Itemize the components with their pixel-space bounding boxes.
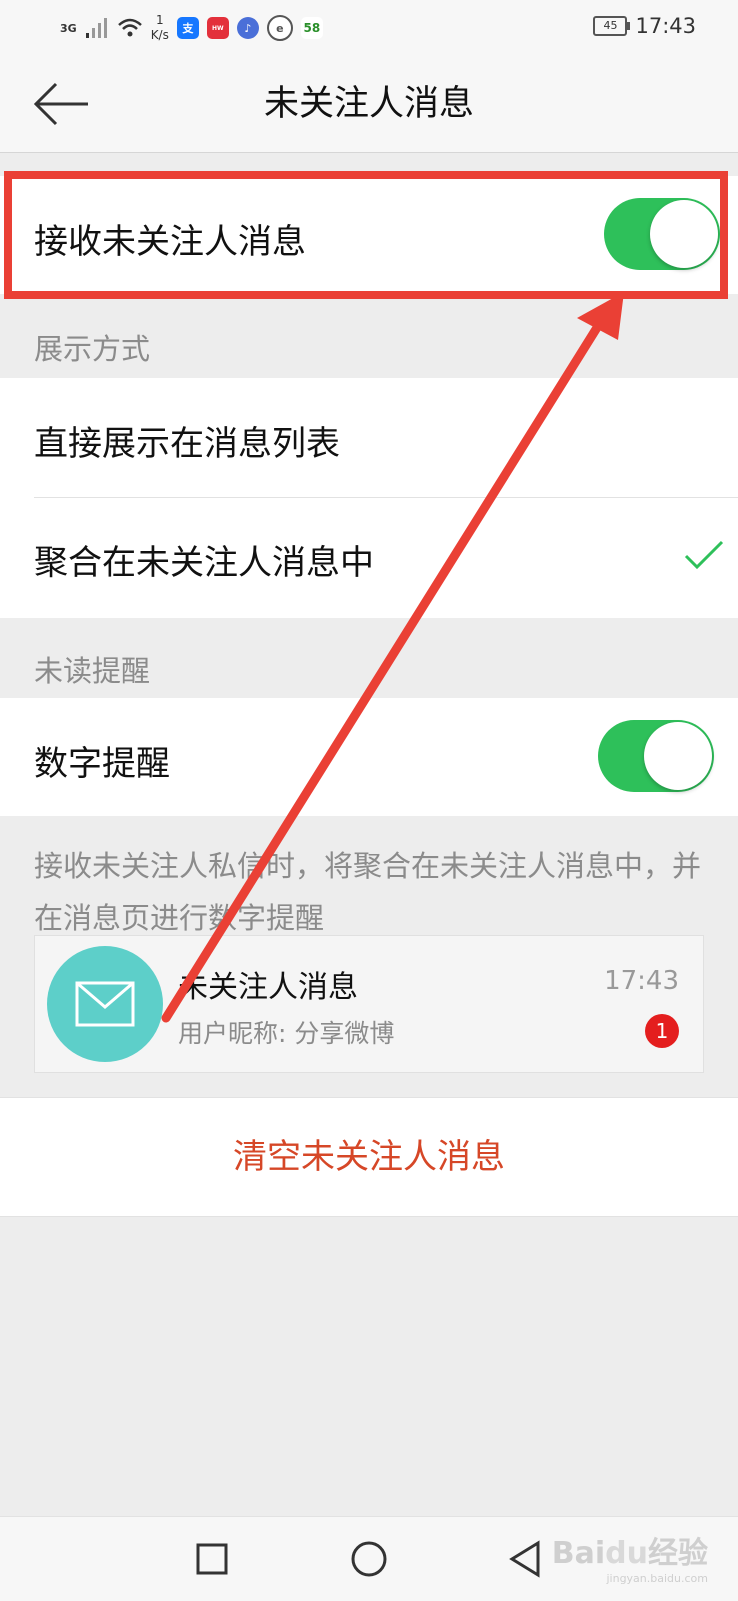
baidu-jingyan-watermark: Baidu经验 jingyan.baidu.com xyxy=(551,1536,708,1585)
clear-messages-button[interactable]: 清空未关注人消息 xyxy=(0,1097,738,1217)
preview-name: 未关注人消息 xyxy=(178,970,358,1005)
page-title: 未关注人消息 xyxy=(263,84,474,124)
circle-icon xyxy=(351,1541,387,1577)
status-bar: 3G 1 K/s 支 HW ♪ e 58 45 17:43 xyxy=(0,0,738,56)
back-button[interactable] xyxy=(32,80,90,128)
signal-icon xyxy=(85,18,107,38)
receive-setting-toggle[interactable] xyxy=(604,198,720,270)
preview-time: 17:43 xyxy=(604,966,679,996)
divider xyxy=(34,497,738,498)
option-direct-display[interactable]: 直接展示在消息列表 xyxy=(34,416,340,465)
message-preview-card: 未关注人消息 用户昵称: 分享微博 17:43 1 xyxy=(34,935,704,1073)
envelope-icon xyxy=(75,981,135,1027)
avatar xyxy=(47,946,163,1062)
browser-icon: e xyxy=(266,15,293,41)
preview-subtitle: 用户昵称: 分享微博 xyxy=(178,1019,395,1048)
back-arrow-icon xyxy=(33,82,88,126)
display-section-label: 展示方式 xyxy=(34,332,151,366)
alipay-icon: 支 xyxy=(176,17,199,39)
recents-button[interactable] xyxy=(182,1529,242,1589)
checkmark-icon xyxy=(684,540,724,570)
toggle-knob xyxy=(650,200,718,268)
wifi-icon xyxy=(117,18,142,37)
network-speed: 1 K/s xyxy=(150,13,169,42)
signal-label: 3G xyxy=(60,21,77,35)
receive-setting-row: 接收未关注人消息 xyxy=(0,176,738,294)
unread-section-label: 未读提醒 xyxy=(34,654,151,688)
status-right: 45 17:43 xyxy=(593,14,696,38)
app-58-icon: 58 xyxy=(300,17,323,39)
number-reminder-label: 数字提醒 xyxy=(34,744,170,784)
status-time: 17:43 xyxy=(635,14,696,38)
status-left: 3G 1 K/s 支 HW ♪ e 58 xyxy=(60,10,323,46)
display-options-list: 直接展示在消息列表 聚合在未关注人消息中 xyxy=(0,378,738,618)
huawei-app-icon: HW xyxy=(206,17,229,39)
number-reminder-row: 数字提醒 xyxy=(0,698,738,816)
receive-setting-label: 接收未关注人消息 xyxy=(34,222,306,262)
back-nav-button[interactable] xyxy=(496,1529,556,1589)
unread-description: 接收未关注人私信时，将聚合在未关注人消息中，并在消息页进行数字提醒 xyxy=(34,849,702,935)
triangle-back-icon xyxy=(509,1540,540,1578)
unread-badge: 1 xyxy=(645,1014,679,1048)
toggle-knob xyxy=(644,722,712,790)
option-aggregate[interactable]: 聚合在未关注人消息中 xyxy=(34,535,374,584)
app-header: 未关注人消息 xyxy=(0,56,738,153)
battery-icon: 45 xyxy=(593,16,631,36)
square-icon xyxy=(196,1543,228,1575)
home-button[interactable] xyxy=(339,1529,399,1589)
number-reminder-toggle[interactable] xyxy=(598,720,714,792)
music-icon: ♪ xyxy=(236,17,259,39)
